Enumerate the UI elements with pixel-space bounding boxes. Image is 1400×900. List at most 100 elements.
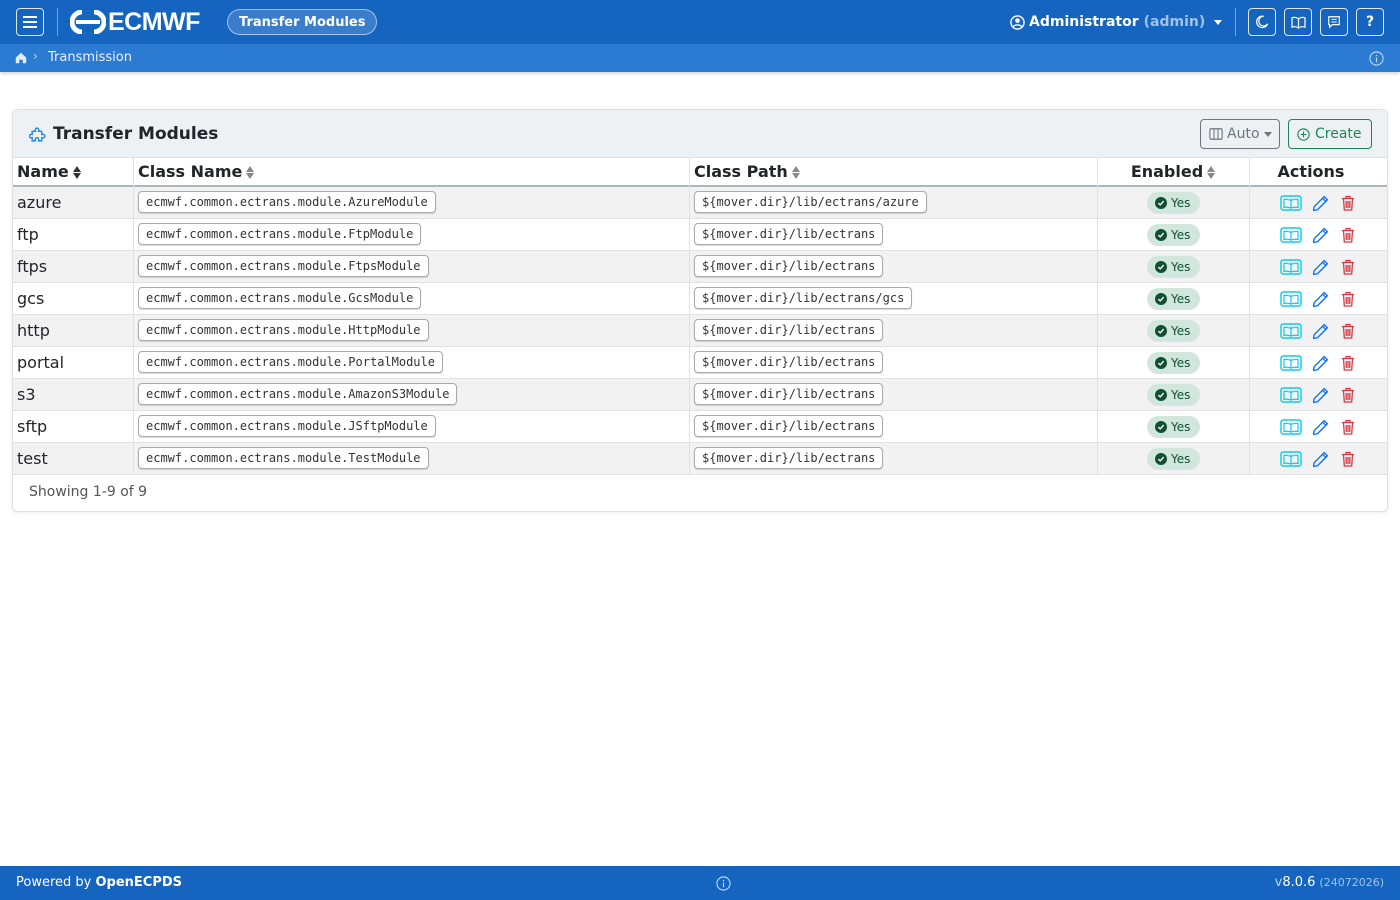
chevron-down-icon [1214, 19, 1223, 25]
header-enabled[interactable]: Enabled [1098, 158, 1249, 185]
check-circle-icon [1155, 229, 1167, 241]
check-circle-icon [1155, 261, 1167, 273]
edit-button[interactable] [1309, 354, 1331, 372]
enabled-badge: Yes [1147, 288, 1200, 310]
delete-button[interactable] [1337, 386, 1359, 404]
header-class-path[interactable]: Class Path [690, 158, 1097, 185]
transfer-modules-card: Transfer Modules Auto Create Name Class … [12, 109, 1388, 512]
header-class-name[interactable]: Class Name [134, 158, 689, 185]
edit-button[interactable] [1309, 258, 1331, 276]
edit-pencil-icon [1312, 291, 1329, 308]
table-row[interactable]: http ecmwf.common.ectrans.module.HttpModu… [13, 315, 1387, 347]
class-path-code: ${mover.dir}/lib/ectrans [694, 447, 884, 469]
class-path-code: ${mover.dir}/lib/ectrans [694, 415, 884, 437]
edit-button[interactable] [1309, 194, 1331, 212]
user-menu[interactable]: Administrator (admin) [1010, 10, 1223, 34]
delete-button[interactable] [1337, 418, 1359, 436]
enabled-label: Yes [1171, 292, 1191, 306]
card-header: Transfer Modules Auto Create [13, 110, 1387, 158]
edit-button[interactable] [1309, 450, 1331, 468]
edit-button[interactable] [1309, 418, 1331, 436]
delete-button[interactable] [1337, 226, 1359, 244]
class-path-code: ${mover.dir}/lib/ectrans [694, 223, 884, 245]
view-button[interactable] [1280, 450, 1302, 468]
plus-circle-icon [1297, 127, 1310, 141]
menu-toggle-button[interactable] [16, 8, 44, 36]
version-number: 8.0.6 [1282, 875, 1316, 890]
enabled-badge: Yes [1147, 192, 1200, 214]
app-name-pill[interactable]: Transfer Modules [227, 9, 378, 35]
view-button[interactable] [1280, 226, 1302, 244]
view-icon [1280, 259, 1302, 275]
view-icon [1280, 323, 1302, 339]
edit-pencil-icon [1312, 451, 1329, 468]
class-path-code: ${mover.dir}/lib/ectrans [694, 319, 884, 341]
delete-trash-icon [1341, 291, 1355, 307]
view-icon [1280, 355, 1302, 371]
chat-icon [1328, 16, 1340, 29]
ecmwf-logo[interactable]: ECMWF [70, 8, 200, 36]
book-icon [1290, 16, 1306, 29]
table-row[interactable]: azure ecmwf.common.ectrans.module.AzureMo… [13, 187, 1387, 219]
powered-by: Powered by OpenECPDS [16, 875, 182, 890]
edit-button[interactable] [1309, 322, 1331, 340]
module-name: test [17, 449, 48, 468]
enabled-label: Yes [1171, 228, 1191, 242]
delete-button[interactable] [1337, 194, 1359, 212]
enabled-badge: Yes [1147, 256, 1200, 278]
table-row[interactable]: gcs ecmwf.common.ectrans.module.GcsModule… [13, 283, 1387, 315]
enabled-badge: Yes [1147, 320, 1200, 342]
enabled-badge: Yes [1147, 384, 1200, 406]
view-icon [1280, 227, 1302, 243]
help-button[interactable]: ? [1356, 8, 1384, 36]
view-button[interactable] [1280, 290, 1302, 308]
auto-label: Auto [1227, 126, 1260, 142]
edit-button[interactable] [1309, 290, 1331, 308]
theme-toggle-button[interactable] [1248, 8, 1276, 36]
version-info: v8.0.6 (24072026) [1275, 875, 1384, 890]
info-icon[interactable] [1369, 51, 1384, 66]
delete-trash-icon [1341, 355, 1355, 371]
table-row[interactable]: s3 ecmwf.common.ectrans.module.AmazonS3Mo… [13, 379, 1387, 411]
table-row[interactable]: portal ecmwf.common.ectrans.module.Portal… [13, 347, 1387, 379]
enabled-badge: Yes [1147, 416, 1200, 438]
view-icon [1280, 419, 1302, 435]
view-button[interactable] [1280, 322, 1302, 340]
create-button[interactable]: Create [1288, 119, 1372, 149]
home-icon[interactable] [14, 51, 28, 65]
view-button[interactable] [1280, 258, 1302, 276]
puzzle-icon [29, 127, 46, 142]
edit-pencil-icon [1312, 323, 1329, 340]
sort-icon [245, 164, 255, 180]
header-name[interactable]: Name [13, 158, 133, 185]
delete-button[interactable] [1337, 354, 1359, 372]
delete-button[interactable] [1337, 258, 1359, 276]
enabled-label: Yes [1171, 324, 1191, 338]
sort-icon [1206, 164, 1216, 180]
view-button[interactable] [1280, 354, 1302, 372]
class-name-code: ecmwf.common.ectrans.module.PortalModule [138, 351, 443, 373]
view-button[interactable] [1280, 386, 1302, 404]
breadcrumb: › Transmission [0, 44, 1400, 72]
class-name-code: ecmwf.common.ectrans.module.HttpModule [138, 319, 429, 341]
delete-trash-icon [1341, 195, 1355, 211]
delete-button[interactable] [1337, 290, 1359, 308]
column-auto-dropdown[interactable]: Auto [1200, 119, 1280, 149]
check-circle-icon [1155, 293, 1167, 305]
delete-button[interactable] [1337, 322, 1359, 340]
table-row[interactable]: test ecmwf.common.ectrans.module.TestModu… [13, 443, 1387, 475]
sort-icon [72, 164, 82, 180]
view-button[interactable] [1280, 194, 1302, 212]
messages-button[interactable] [1320, 8, 1348, 36]
edit-button[interactable] [1309, 226, 1331, 244]
delete-button[interactable] [1337, 450, 1359, 468]
docs-button[interactable] [1284, 8, 1312, 36]
view-button[interactable] [1280, 418, 1302, 436]
edit-button[interactable] [1309, 386, 1331, 404]
powered-link[interactable]: OpenECPDS [96, 875, 183, 890]
enabled-badge: Yes [1147, 448, 1200, 470]
table-row[interactable]: sftp ecmwf.common.ectrans.module.JSftpMod… [13, 411, 1387, 443]
table-row[interactable]: ftp ecmwf.common.ectrans.module.FtpModule… [13, 219, 1387, 251]
table-row[interactable]: ftps ecmwf.common.ectrans.module.FtpsModu… [13, 251, 1387, 283]
info-icon[interactable] [716, 876, 731, 891]
